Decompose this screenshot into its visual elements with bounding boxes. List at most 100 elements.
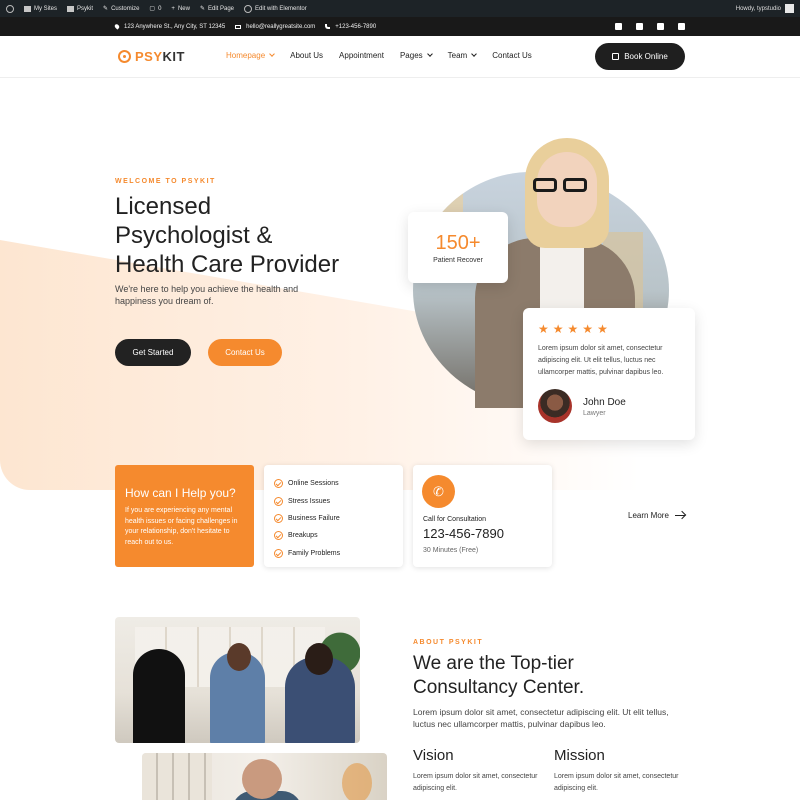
phone-icon: ✆ bbox=[422, 475, 455, 508]
list-item-label: Stress Issues bbox=[288, 497, 331, 505]
book-online-button[interactable]: Book Online bbox=[595, 43, 685, 70]
stat-label: Patient Recover bbox=[433, 257, 483, 264]
mission-heading: Mission bbox=[554, 747, 605, 764]
therapy-session-photo bbox=[115, 617, 360, 743]
pencil-icon: ✎ bbox=[199, 6, 205, 12]
topbar-email[interactable]: hello@reallygreatsite.com bbox=[235, 24, 315, 30]
plus-icon: + bbox=[171, 5, 175, 12]
admin-edit-page[interactable]: ✎ Edit Page bbox=[199, 5, 235, 13]
chevron-down-icon bbox=[426, 51, 433, 57]
psykit-logo-icon bbox=[118, 50, 131, 63]
nav-about-us[interactable]: About Us bbox=[290, 51, 323, 60]
patient-stat-card: 150+ Patient Recover bbox=[408, 212, 508, 283]
nav-about-label: About Us bbox=[290, 51, 324, 60]
nav-team-label: Team bbox=[447, 51, 468, 60]
about-text: Lorem ipsum dolor sit amet, consectetur … bbox=[413, 707, 669, 729]
rating-stars: ★ ★ ★ ★ ★ bbox=[538, 323, 608, 335]
admin-comments-count: 0 bbox=[158, 5, 162, 12]
about-kicker: ABOUT PSYKIT bbox=[413, 639, 484, 646]
admin-site-name[interactable]: Psykit bbox=[67, 5, 94, 12]
elementor-icon bbox=[244, 4, 253, 13]
check-circle-icon bbox=[274, 496, 283, 506]
help-title: How can I Help you? bbox=[125, 486, 236, 500]
consultation-card: ✆ Call for Consultation 123-456-7890 30 … bbox=[413, 465, 552, 567]
admin-edit-elementor[interactable]: Edit with Elementor bbox=[244, 4, 307, 13]
home-icon bbox=[67, 5, 75, 12]
reviewer-name: John Doe bbox=[583, 397, 626, 408]
chevron-down-icon bbox=[269, 51, 275, 57]
reviewer-avatar bbox=[538, 389, 572, 423]
hero-title: Licensed Psychologist & Health Care Prov… bbox=[115, 192, 395, 279]
admin-site-name-label: Psykit bbox=[77, 5, 94, 12]
hero-title-line-1: Licensed bbox=[115, 193, 212, 220]
learn-more-label: Learn More bbox=[628, 511, 669, 520]
nav-homepage[interactable]: Homepage bbox=[226, 51, 275, 60]
wordpress-logo-icon[interactable] bbox=[6, 4, 14, 13]
arrow-right-icon bbox=[674, 515, 685, 516]
hero-woman-glasses bbox=[533, 178, 595, 192]
reviewer-role: Lawyer bbox=[583, 410, 606, 417]
nav-appointment[interactable]: Appointment bbox=[339, 51, 384, 60]
get-started-button[interactable]: Get Started bbox=[115, 339, 191, 366]
stat-value: 150+ bbox=[435, 232, 481, 254]
brush-icon: ✎ bbox=[103, 6, 109, 12]
admin-new[interactable]: + New bbox=[171, 6, 190, 12]
consultation-phone-number[interactable]: 123-456-7890 bbox=[423, 526, 504, 541]
star-icon: ★ bbox=[538, 322, 549, 336]
get-started-label: Get Started bbox=[132, 348, 174, 357]
vision-heading: Vision bbox=[413, 747, 454, 764]
about-title-line-2: Consultancy Center. bbox=[413, 677, 585, 698]
youtube-icon[interactable] bbox=[678, 23, 685, 30]
hero-title-line-3: Health Care Provider bbox=[115, 251, 340, 278]
help-card: How can I Help you? If you are experienc… bbox=[115, 465, 254, 567]
consultation-label: Call for Consultation bbox=[423, 516, 487, 523]
testimonial-card: ★ ★ ★ ★ ★ Lorem ipsum dolor sit amet, co… bbox=[523, 308, 695, 440]
nav-pages[interactable]: Pages bbox=[400, 51, 433, 60]
site-logo[interactable]: PSY KIT bbox=[118, 49, 185, 64]
nav-contact-label: Contact Us bbox=[492, 51, 532, 60]
star-icon: ★ bbox=[567, 322, 579, 336]
admin-my-sites[interactable]: My Sites bbox=[24, 5, 58, 12]
topbar-phone[interactable]: +123-456-7890 bbox=[325, 24, 376, 30]
vision-text: Lorem ipsum dolor sit amet, consectetur … bbox=[413, 773, 538, 792]
nav-homepage-label: Homepage bbox=[226, 51, 266, 60]
list-item-label: Breakups bbox=[288, 532, 318, 540]
twitter-icon[interactable] bbox=[657, 23, 664, 30]
list-item: Family Problems bbox=[274, 545, 393, 562]
instagram-icon[interactable] bbox=[636, 23, 643, 30]
nav-team[interactable]: Team bbox=[447, 51, 478, 60]
admin-comments[interactable]: ▢ 0 bbox=[149, 5, 162, 13]
nav-contact-us[interactable]: Contact Us bbox=[492, 51, 532, 60]
sites-icon bbox=[24, 5, 31, 12]
mission-text: Lorem ipsum dolor sit amet, consectetur … bbox=[554, 773, 679, 792]
main-nav: Homepage About Us Appointment Pages Team… bbox=[226, 51, 548, 60]
contact-topbar: 123 Anywhere St., Any City, ST 12345 hel… bbox=[0, 17, 800, 36]
services-list-card: Online Sessions Stress Issues Business F… bbox=[264, 465, 403, 567]
admin-edit-page-label: Edit Page bbox=[207, 5, 235, 12]
nav-appointment-label: Appointment bbox=[339, 51, 384, 60]
star-icon: ★ bbox=[582, 322, 594, 336]
location-pin-icon bbox=[113, 23, 121, 30]
page-root: My Sites Psykit ✎ Customize ▢ 0 + New ✎ Edit… bbox=[0, 0, 800, 800]
admin-customize-label: Customize bbox=[111, 5, 140, 12]
admin-new-label: New bbox=[177, 5, 190, 12]
site-header: PSY KIT Homepage About Us Appointment Pag… bbox=[0, 36, 800, 78]
hero-title-line-2: Psychologist & bbox=[115, 222, 273, 249]
mail-icon bbox=[235, 24, 242, 29]
admin-account[interactable]: Howdy, typstudio bbox=[736, 4, 794, 13]
hero-kicker: WELCOME TO PSYKIT bbox=[115, 178, 216, 185]
help-text: If you are experiencing any mental healt… bbox=[125, 507, 238, 546]
hero-subtitle: We're here to help you achieve the healt… bbox=[115, 284, 299, 306]
admin-greeting: Howdy, typstudio bbox=[735, 5, 781, 12]
list-item: Online Sessions bbox=[274, 475, 393, 492]
avatar bbox=[785, 4, 794, 13]
contact-us-button[interactable]: Contact Us bbox=[208, 339, 282, 366]
facebook-icon[interactable] bbox=[615, 23, 622, 30]
learn-more-link[interactable]: Learn More bbox=[628, 511, 685, 520]
check-circle-icon bbox=[274, 513, 283, 523]
admin-my-sites-label: My Sites bbox=[34, 5, 58, 12]
admin-customize[interactable]: ✎ Customize bbox=[103, 5, 140, 13]
chevron-down-icon bbox=[471, 51, 478, 57]
topbar-email-text: hello@reallygreatsite.com bbox=[246, 23, 316, 30]
phone-icon bbox=[325, 24, 331, 29]
